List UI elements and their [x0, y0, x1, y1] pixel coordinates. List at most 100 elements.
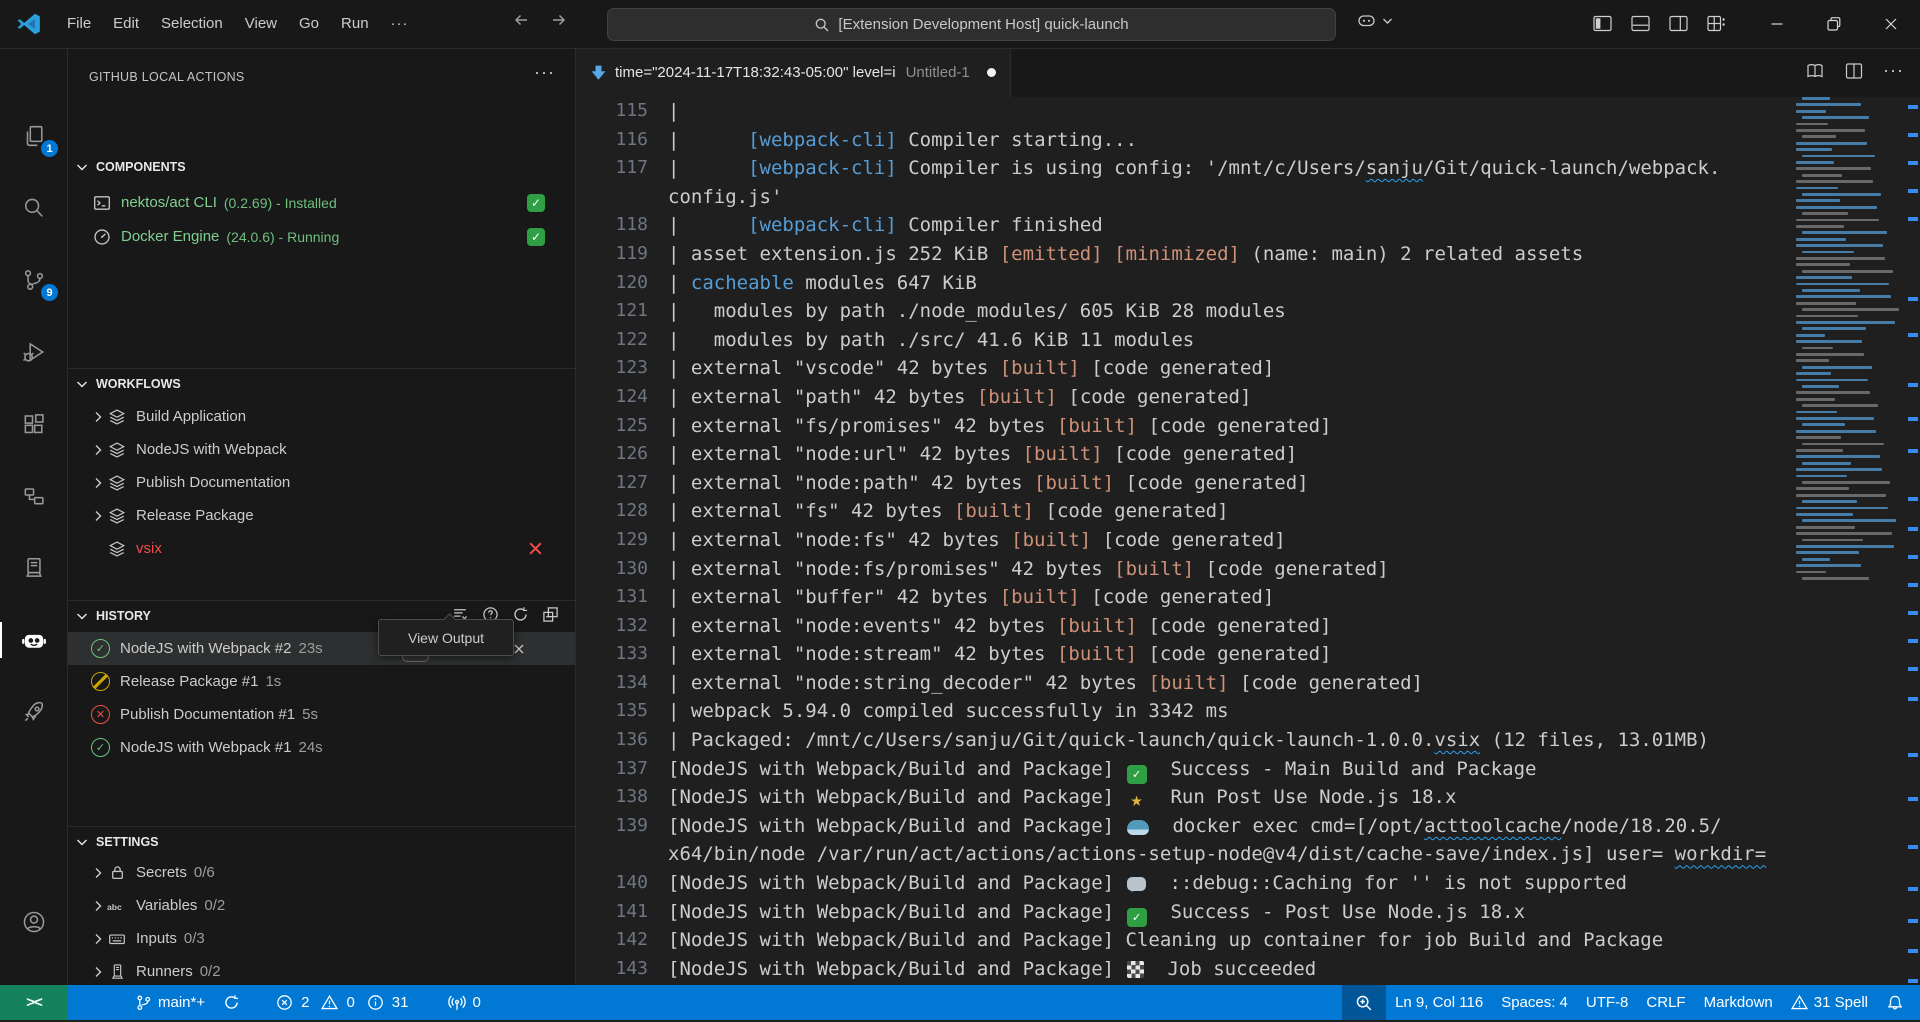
command-center-search[interactable]: [Extension Development Host] quick-launc…	[607, 8, 1336, 41]
menu-more[interactable]: ···	[380, 9, 420, 39]
workflow-row[interactable]: vsix	[68, 532, 575, 565]
spell-warning-icon	[1791, 994, 1808, 1011]
component-name: nektos/act CLI	[121, 194, 217, 211]
settings-row-inputs[interactable]: Inputs0/3	[68, 922, 575, 955]
customize-layout-icon[interactable]	[1706, 13, 1727, 34]
deploy-rocket-icon	[21, 699, 47, 725]
activitybar-item-extensions[interactable]	[0, 398, 67, 450]
open-preview-icon[interactable]	[1805, 61, 1825, 81]
line-number: 132	[576, 612, 648, 641]
workflow-name: Release Package	[136, 507, 254, 524]
spell-checker-item[interactable]: 31 Spell	[1782, 985, 1877, 1020]
split-editor-icon[interactable]	[1844, 61, 1864, 81]
encoding-item[interactable]: UTF-8	[1577, 985, 1638, 1020]
bell-icon	[1886, 994, 1904, 1012]
code-line: 115|	[576, 97, 1792, 126]
activitybar-item-deploy-rocket[interactable]	[0, 686, 67, 738]
remote-indicator[interactable]: ><	[0, 985, 68, 1020]
screencast-zoom-item[interactable]	[1342, 985, 1386, 1020]
menu-view[interactable]: View	[234, 9, 288, 39]
problems-item[interactable]: 2 0 31	[267, 985, 423, 1020]
history-row[interactable]: ✕Publish Documentation #15s	[68, 698, 575, 731]
component-row[interactable]: nektos/act CLI(0.2.69) - Installed✓	[68, 186, 575, 219]
activitybar-item-remote-explorer[interactable]	[0, 470, 67, 522]
code-line: 122| modules by path ./src/ 41.6 KiB 11 …	[576, 326, 1792, 355]
chevron-right-icon	[89, 442, 107, 458]
line-content: [NodeJS with Webpack/Build and Package] …	[648, 869, 1627, 898]
gauge-icon	[92, 228, 112, 246]
activity-bar: 19	[0, 48, 68, 985]
settings-row-runners[interactable]: Runners0/2	[68, 955, 575, 988]
line-content: | external "fs" 42 bytes [built] [code g…	[648, 497, 1229, 526]
run-and-debug-icon	[21, 339, 47, 365]
indentation-item[interactable]: Spaces: 4	[1492, 985, 1577, 1020]
code-area[interactable]: 115|116| [webpack-cli] Compiler starting…	[576, 97, 1792, 985]
activitybar-item-run-and-debug[interactable]	[0, 326, 67, 378]
language-mode-item[interactable]: Markdown	[1695, 985, 1782, 1020]
toggle-secondary-sidebar-icon[interactable]	[1668, 13, 1689, 34]
menu-run[interactable]: Run	[330, 9, 380, 39]
activitybar-item-search[interactable]	[0, 182, 67, 234]
workflow-error-close-icon[interactable]	[526, 539, 545, 558]
modified-dot-icon[interactable]	[987, 68, 996, 77]
workflow-row[interactable]: Publish Documentation	[68, 466, 575, 499]
cursor-position-item[interactable]: Ln 9, Col 116	[1386, 985, 1492, 1020]
overview-ruler[interactable]	[1905, 97, 1920, 985]
component-row[interactable]: Docker Engine(24.0.6) - Running✓	[68, 220, 575, 253]
settings-row-secrets[interactable]: Secrets0/6	[68, 856, 575, 889]
window-close-icon[interactable]	[1862, 0, 1919, 48]
menu-go[interactable]: Go	[288, 9, 330, 39]
code-line: 136| Packaged: /mnt/c/Users/sanju/Git/qu…	[576, 726, 1792, 755]
history-name: NodeJS with Webpack #2	[120, 640, 291, 657]
section-header-components[interactable]: COMPONENTS	[68, 152, 575, 182]
line-number: 138	[576, 783, 648, 812]
sidebar-more-actions-icon[interactable]: ···	[534, 62, 555, 83]
collapse-all-icon[interactable]	[542, 606, 559, 623]
line-number: 129	[576, 526, 648, 555]
ports-item[interactable]: 0	[439, 985, 489, 1020]
toggle-panel-icon[interactable]	[1630, 13, 1651, 34]
refresh-icon[interactable]	[512, 606, 529, 623]
warnings-icon	[321, 994, 338, 1011]
minimap[interactable]	[1796, 97, 1904, 587]
workflow-row[interactable]: Build Application	[68, 400, 575, 433]
settings-row-variables[interactable]: abcVariables0/2	[68, 889, 575, 922]
line-number: 137	[576, 755, 648, 784]
nav-back-icon[interactable]	[510, 9, 532, 31]
notifications-item[interactable]	[1877, 985, 1920, 1020]
nav-forward-icon[interactable]	[548, 9, 570, 31]
menu-selection[interactable]: Selection	[150, 9, 234, 39]
window-restore-icon[interactable]	[1805, 0, 1862, 48]
branch-item[interactable]: main*+	[126, 985, 214, 1020]
section-header-settings[interactable]: SETTINGS	[68, 826, 575, 856]
activitybar-item-local-runner[interactable]	[0, 542, 67, 594]
code-line: 134| external "node:string_decoder" 42 b…	[576, 669, 1792, 698]
activitybar-item-explorer[interactable]: 1	[0, 110, 67, 162]
line-number	[576, 840, 648, 869]
copilot-menu[interactable]	[1356, 10, 1393, 31]
eol-item[interactable]: CRLF	[1637, 985, 1694, 1020]
line-content: [NodeJS with Webpack/Build and Package] …	[648, 926, 1663, 955]
component-name: Docker Engine	[121, 228, 219, 245]
more-actions-icon[interactable]: ···	[1883, 60, 1904, 81]
menu-edit[interactable]: Edit	[102, 9, 150, 39]
vscode-logo-icon	[16, 11, 42, 37]
workflow-row[interactable]: Release Package	[68, 499, 575, 532]
activitybar-item-github-local-actions[interactable]	[0, 614, 67, 666]
sync-item[interactable]	[214, 985, 249, 1020]
activitybar-item-accounts[interactable]	[0, 896, 67, 948]
whale-emoji-icon	[1127, 820, 1149, 835]
workflow-row[interactable]: NodeJS with Webpack	[68, 433, 575, 466]
tab-bar: time="2024-11-17T18:32:43-05:00" level=i…	[576, 48, 1920, 97]
history-row[interactable]: ✓NodeJS with Webpack #124s	[68, 731, 575, 764]
chevron-down-icon	[74, 376, 90, 392]
section-header-workflows[interactable]: WORKFLOWS	[68, 368, 575, 398]
activitybar-item-source-control[interactable]: 9	[0, 254, 67, 306]
menu-file[interactable]: File	[56, 9, 102, 39]
toggle-primary-sidebar-icon[interactable]	[1592, 13, 1613, 34]
line-number: 118	[576, 211, 648, 240]
history-row[interactable]: Release Package #11s	[68, 665, 575, 698]
tab-untitled-1[interactable]: time="2024-11-17T18:32:43-05:00" level=i…	[576, 48, 1011, 97]
window-minimize-icon[interactable]	[1748, 0, 1805, 48]
extensions-icon	[21, 411, 47, 437]
